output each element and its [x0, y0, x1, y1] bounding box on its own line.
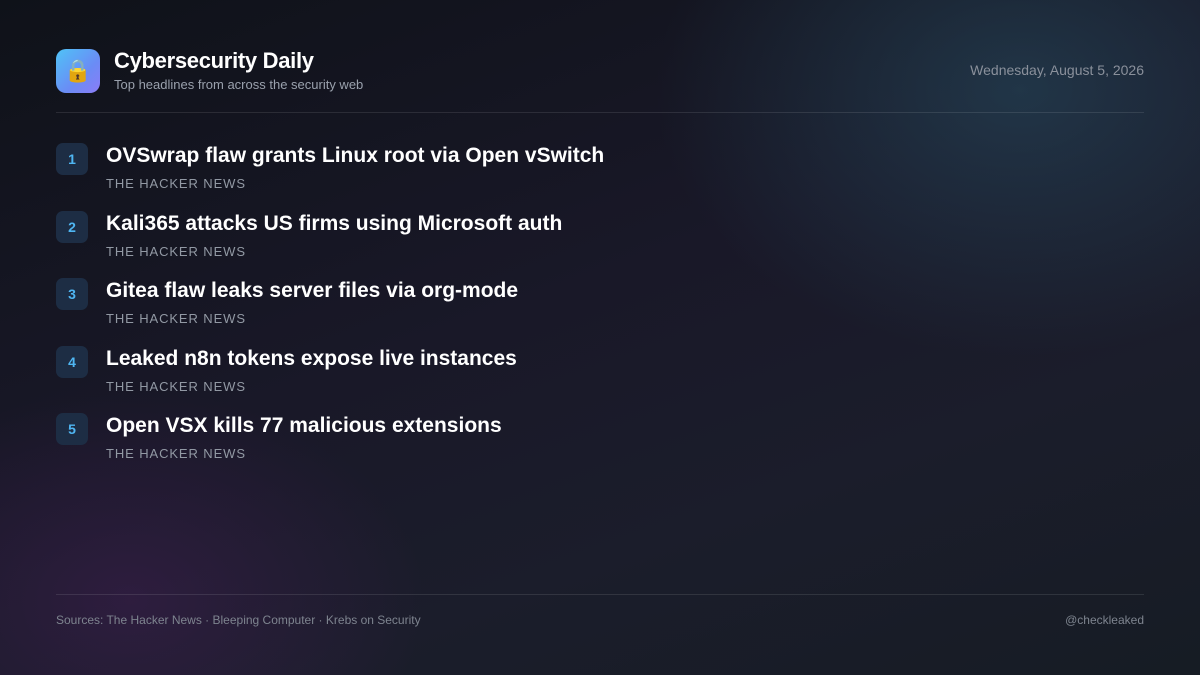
page-subtitle: Top headlines from across the security w… [114, 77, 364, 92]
headline-item-4[interactable]: 4 Leaked n8n tokens expose live instance… [56, 345, 1144, 414]
headline-list: 1 OVSwrap flaw grants Linux root via Ope… [56, 143, 1144, 481]
headline-source: THE HACKER NEWS [106, 446, 246, 461]
social-handle: @checkleaked [1065, 613, 1144, 627]
headline-source: THE HACKER NEWS [106, 176, 246, 191]
headline-title[interactable]: Leaked n8n tokens expose live instances [106, 346, 517, 372]
lock-icon: 🔒 [56, 48, 100, 93]
headline-title[interactable]: OVSwrap flaw grants Linux root via Open … [106, 143, 604, 169]
rank-badge: 4 [56, 345, 88, 378]
headline-title[interactable]: Gitea flaw leaks server files via org-mo… [106, 278, 518, 304]
date-label: Wednesday, August 5, 2026 [970, 62, 1144, 78]
digest-card: 🔒 Cybersecurity Daily Top headlines from… [56, 48, 1144, 628]
page-title: Cybersecurity Daily [114, 48, 314, 73]
headline-source: THE HACKER NEWS [106, 378, 246, 394]
footer: Sources: The Hacker News · Bleeping Comp… [56, 594, 1144, 629]
header: 🔒 Cybersecurity Daily Top headlines from… [56, 48, 1144, 113]
headline-source: THE HACKER NEWS [106, 311, 246, 326]
headline-item-3[interactable]: 3 Gitea flaw leaks server files via org-… [56, 278, 1144, 346]
headline-title[interactable]: Kali365 attacks US firms using Microsoft… [106, 211, 562, 237]
brand-text: Cybersecurity Daily Top headlines from a… [114, 48, 363, 93]
headline-item-2[interactable]: 2 Kali365 attacks US firms using Microso… [56, 210, 1144, 279]
headline-item-5[interactable]: 5 Open VSX kills 77 malicious extensions… [56, 413, 1144, 481]
rank-badge: 1 [56, 143, 88, 175]
sources-line: Sources: The Hacker News · Bleeping Comp… [56, 613, 421, 627]
rank-badge: 3 [56, 278, 88, 310]
headline-title[interactable]: Open VSX kills 77 malicious extensions [106, 413, 502, 439]
headline-source: THE HACKER NEWS [106, 243, 246, 259]
rank-badge: 5 [56, 413, 88, 445]
rank-badge: 2 [56, 210, 88, 243]
brand: 🔒 Cybersecurity Daily Top headlines from… [56, 48, 363, 93]
logo-glyph: 🔒 [64, 57, 92, 83]
headline-item-1[interactable]: 1 OVSwrap flaw grants Linux root via Ope… [56, 143, 1144, 211]
